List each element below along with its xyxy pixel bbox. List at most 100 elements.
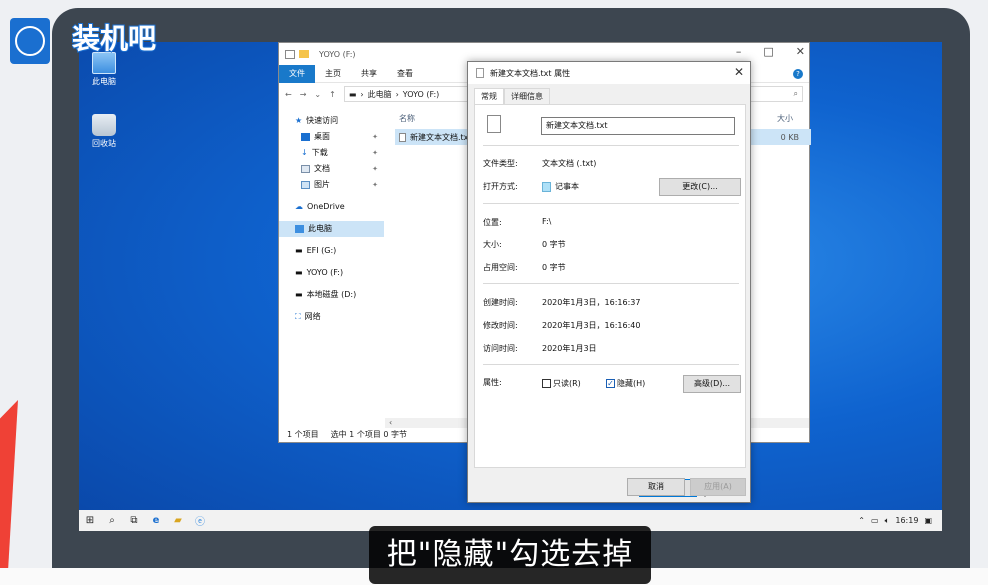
attributes-label: 属性: <box>483 378 502 387</box>
drive-icon: ▬ <box>295 268 303 277</box>
breadcrumb-this-pc[interactable]: 此电脑 <box>368 89 392 100</box>
accessed-label: 访问时间: <box>483 344 518 353</box>
logo-badge <box>10 18 50 64</box>
ie-icon[interactable]: ⓔ <box>189 510 211 531</box>
nav-quick-access[interactable]: ★ 快速访问 <box>279 113 384 129</box>
disk-size-value: 0 字节 <box>542 263 566 272</box>
up-icon[interactable]: ↑ <box>329 90 336 99</box>
tab-share[interactable]: 共享 <box>351 65 387 83</box>
speaker-icon[interactable]: 🔈︎ <box>885 516 890 526</box>
nav-onedrive[interactable]: ☁ OneDrive <box>279 199 384 215</box>
pin-icon: ✦ <box>372 165 378 173</box>
tab-view[interactable]: 查看 <box>387 65 423 83</box>
readonly-checkbox[interactable]: 只读(R) <box>542 378 581 389</box>
window-title: YOYO (F:) <box>319 49 356 59</box>
help-icon[interactable]: ? <box>793 68 803 79</box>
open-with-label: 打开方式: <box>483 182 518 191</box>
picture-icon <box>301 181 310 189</box>
text-file-icon <box>476 68 484 78</box>
nav-local-disk[interactable]: ▬ 本地磁盘 (D:) <box>279 287 384 303</box>
divider <box>483 203 739 204</box>
change-button[interactable]: 更改(C)... <box>659 178 741 196</box>
desktop-icon-this-pc[interactable]: 此电脑 <box>79 52 129 87</box>
logo-ring <box>15 26 45 56</box>
column-header-size[interactable]: 大小 <box>777 113 793 124</box>
svg-text:装机吧: 装机吧 <box>72 22 156 55</box>
filename-field[interactable]: 新建文本文档.txt <box>541 117 735 135</box>
apply-button[interactable]: 应用(A) <box>690 478 746 496</box>
navigation-pane: ★ 快速访问 桌面 ✦ ↓ 下载 ✦ 文档 ✦ 图片 ✦ ☁ OneDrive 此电脑 ▬ EF… <box>279 113 384 413</box>
dialog-titlebar: 新建文本文档.txt 属性 ✕ <box>468 62 750 84</box>
file-explorer-icon[interactable]: ▰ <box>167 510 189 531</box>
accessed-value: 2020年1月3日 <box>542 344 597 353</box>
drive-icon: ▬ <box>295 290 303 299</box>
tab-general[interactable]: 常规 <box>474 88 504 105</box>
pin-icon: ✦ <box>372 133 378 141</box>
checkmark-icon: ✓ <box>606 379 615 388</box>
cloud-icon: ☁ <box>295 202 303 211</box>
nav-downloads[interactable]: ↓ 下载 ✦ <box>279 145 384 161</box>
advanced-button[interactable]: 高级(D)... <box>683 375 741 393</box>
cancel-button[interactable]: 取消 <box>627 478 685 496</box>
nav-desktop[interactable]: 桌面 ✦ <box>279 129 384 145</box>
size-value: 0 字节 <box>542 240 566 249</box>
open-with-value: 记事本 <box>542 181 579 192</box>
general-panel: 新建文本文档.txt 文件类型: 文本文档 (.txt) 打开方式: 记事本 更… <box>474 104 746 468</box>
file-name: 新建文本文档.tx <box>410 132 469 142</box>
created-label: 创建时间: <box>483 298 518 307</box>
clock[interactable]: 16:19 <box>895 516 918 525</box>
notepad-icon <box>542 181 551 192</box>
download-icon: ↓ <box>301 148 308 157</box>
size-label: 大小: <box>483 240 502 249</box>
caption-subtitle: 把"隐藏"勾选去掉 <box>369 526 651 584</box>
desktop-icon <box>301 133 310 141</box>
breadcrumb-drive[interactable]: YOYO (F:) <box>403 90 440 99</box>
divider <box>483 364 739 365</box>
tab-details[interactable]: 详细信息 <box>504 88 550 104</box>
nav-this-pc[interactable]: 此电脑 <box>279 221 384 237</box>
quick-access-toolbar-icon[interactable] <box>285 49 295 59</box>
chevron-up-icon[interactable]: ⌃ <box>858 516 865 525</box>
column-header-name[interactable]: 名称 <box>399 113 415 124</box>
nav-network[interactable]: ⛶ 网络 <box>279 309 384 325</box>
network-icon: ⛶ <box>295 312 301 321</box>
nav-pictures[interactable]: 图片 ✦ <box>279 177 384 193</box>
divider <box>483 283 739 284</box>
drive-icon: ▬ <box>348 89 357 99</box>
dialog-title: 新建文本文档.txt 属性 <box>490 68 571 78</box>
hidden-checkbox[interactable]: ✓ 隐藏(H) <box>606 378 645 389</box>
desktop-icon-recycle-bin[interactable]: 回收站 <box>79 114 129 149</box>
maximize-button[interactable]: □ <box>763 45 773 58</box>
selection-info: 选中 1 个项目 0 字节 <box>330 429 407 439</box>
modified-value: 2020年1月3日，16:16:40 <box>542 321 641 330</box>
tab-home[interactable]: 主页 <box>315 65 351 83</box>
recent-icon[interactable]: ⌄ <box>314 90 321 99</box>
properties-dialog: 新建文本文档.txt 属性 ✕ 常规 详细信息 新建文本文档.txt 文件类型:… <box>467 61 751 503</box>
disk-size-label: 占用空间: <box>483 263 518 272</box>
search-input[interactable]: ⌕ <box>743 86 803 102</box>
close-button[interactable]: ✕ <box>796 45 805 58</box>
tab-file[interactable]: 文件 <box>279 64 315 83</box>
divider <box>483 145 739 146</box>
modified-label: 修改时间: <box>483 321 518 330</box>
back-icon[interactable]: ← <box>285 90 292 99</box>
task-view-icon[interactable]: ⧉ <box>123 510 145 531</box>
nav-efi-drive[interactable]: ▬ EFI (G:) <box>279 243 384 259</box>
file-type-value: 文本文档 (.txt) <box>542 159 597 168</box>
star-icon: ★ <box>295 116 303 125</box>
forward-icon[interactable]: → <box>300 90 307 99</box>
network-icon[interactable]: ▭ <box>871 516 879 525</box>
dialog-tabs: 常规 详细信息 <box>474 88 550 105</box>
nav-yoyo-drive[interactable]: ▬ YOYO (F:) <box>279 265 384 281</box>
notification-icon[interactable]: ▣ <box>924 516 932 525</box>
document-icon <box>301 165 310 173</box>
edge-icon[interactable]: e <box>145 510 167 531</box>
minimize-button[interactable]: – <box>736 45 742 58</box>
close-button[interactable]: ✕ <box>734 65 744 79</box>
system-tray: ⌃ ▭ 🔈︎ 16:19 ▣ <box>858 516 942 526</box>
drive-icon: ▬ <box>295 246 303 255</box>
item-count: 1 个项目 <box>287 429 319 439</box>
windows-start-icon[interactable]: ⊞ <box>79 510 101 531</box>
nav-documents[interactable]: 文档 ✦ <box>279 161 384 177</box>
search-icon[interactable]: ⌕ <box>101 510 123 531</box>
